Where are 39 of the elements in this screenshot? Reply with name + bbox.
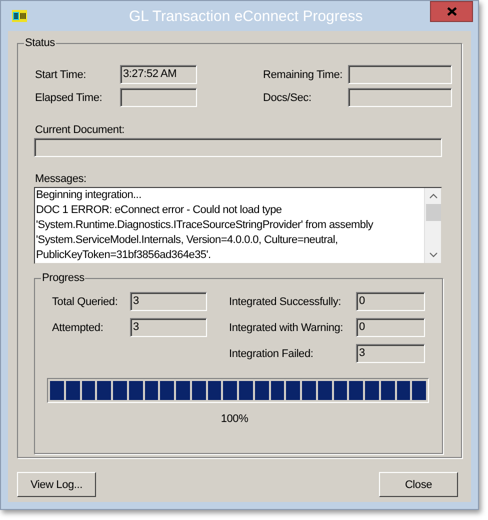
- field-label: Remaining Time:: [262, 68, 344, 82]
- field-label: Integration Failed:: [229, 346, 314, 360]
- text-field[interactable]: 3: [130, 292, 207, 311]
- message-line: DOC 1 ERROR: eConnect error - Could not load type: [36, 203, 283, 218]
- text-field[interactable]: 0: [356, 318, 425, 337]
- field-label: Current Document:: [34, 124, 125, 136]
- scroll-up-icon[interactable]: [428, 193, 438, 199]
- text-field[interactable]: [120, 88, 197, 107]
- field-label: Integrated with Warning:: [229, 320, 344, 334]
- message-line: 'System.ServiceModel.Internals, Version=4.0.0.0, Culture=neutral,: [36, 233, 339, 248]
- group-title: Progress: [41, 270, 86, 286]
- scroll-down-icon[interactable]: [428, 252, 438, 258]
- text-field[interactable]: 0: [356, 292, 425, 311]
- message-line: Beginning integration...: [36, 188, 142, 203]
- window-title: GL Transaction eConnect Progress: [129, 7, 363, 27]
- field-label: Integrated Successfully:: [229, 294, 342, 308]
- field-label: Attempted:: [52, 320, 104, 334]
- field-label: Docs/Sec:: [262, 90, 312, 104]
- app-icon: [12, 10, 27, 22]
- dialog-button[interactable]: Close: [379, 472, 458, 497]
- field-label: Total Queried:: [52, 294, 119, 308]
- text-field[interactable]: [348, 88, 452, 107]
- dialog-button[interactable]: View Log...: [17, 472, 96, 497]
- message-line: 'System.Runtime.Diagnostics.ITraceSourceStringProvider' from assembly: [36, 218, 374, 233]
- field-label: Messages:: [34, 173, 86, 185]
- close-icon: [446, 7, 456, 16]
- close-button[interactable]: [430, 1, 473, 22]
- field-label: Start Time:: [34, 68, 87, 82]
- text-field[interactable]: 3: [356, 344, 425, 363]
- text-field[interactable]: [348, 65, 452, 84]
- text-field[interactable]: [34, 138, 442, 157]
- text-field[interactable]: 3:27:52 AM: [120, 65, 197, 84]
- text-field[interactable]: 3: [130, 318, 207, 337]
- scroll-thumb[interactable]: [426, 204, 440, 221]
- field-label: Elapsed Time:: [34, 90, 104, 104]
- progress-percent: 100%: [220, 412, 248, 426]
- scrollbar[interactable]: [424, 188, 441, 263]
- message-line: PublicKeyToken=31bf3856ad364e35'.: [36, 248, 212, 263]
- messages-box[interactable]: [34, 187, 442, 264]
